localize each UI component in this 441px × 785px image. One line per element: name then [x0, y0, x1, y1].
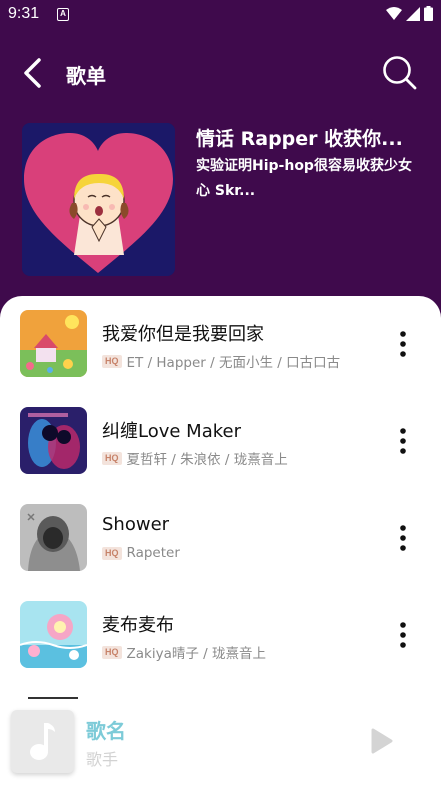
song-artists: 夏哲轩 / 朱浪依 / 珑熹音上 [126, 452, 288, 468]
more-options-button[interactable] [392, 518, 414, 558]
music-note-icon [30, 723, 55, 760]
signal-icon [406, 6, 420, 21]
next-song-cover-edge [28, 697, 78, 699]
play-icon [371, 728, 393, 754]
hq-badge: HQ [102, 354, 122, 368]
more-vertical-icon [400, 622, 406, 648]
page-title: 歌单 [66, 64, 106, 88]
search-button[interactable] [381, 54, 419, 92]
more-vertical-icon [400, 428, 406, 454]
mini-player-cover [11, 710, 74, 773]
top-bar: 歌单 [0, 48, 441, 98]
status-bar: 9:31 A [0, 0, 441, 30]
chevron-left-icon [24, 58, 41, 88]
back-button[interactable] [18, 56, 50, 90]
playlist-title: 情话 Rapper 收获你... [196, 128, 403, 150]
search-icon [383, 56, 417, 90]
wifi-icon [386, 6, 402, 20]
song-title: 我爱你但是我要回家 [102, 324, 264, 345]
playlist-cover[interactable] [22, 123, 175, 276]
song-cover [20, 504, 87, 571]
mini-player[interactable]: 歌名 歌手 [0, 700, 441, 785]
song-row[interactable]: 我爱你但是我要回家 HQ ET / Happer / 无面小生 / 口古口古 [0, 310, 441, 390]
a-notification-icon: A [57, 8, 69, 21]
play-button[interactable] [370, 728, 394, 754]
more-vertical-icon [400, 525, 406, 551]
battery-icon [424, 6, 433, 21]
song-artists: ET / Happer / 无面小生 / 口古口古 [126, 355, 341, 371]
now-playing-artist: 歌手 [86, 750, 119, 769]
song-cover [20, 310, 87, 377]
song-artists: Rapeter [126, 545, 180, 561]
hq-badge: HQ [102, 645, 122, 659]
song-row[interactable]: Shower HQ Rapeter [0, 504, 441, 584]
now-playing-title: 歌名 [86, 719, 126, 743]
more-options-button[interactable] [392, 324, 414, 364]
song-cover [20, 407, 87, 474]
song-title: 纠缠Love Maker [102, 421, 241, 442]
song-row[interactable]: 纠缠Love Maker HQ 夏哲轩 / 朱浪依 / 珑熹音上 [0, 407, 441, 487]
status-time: 9:31 [8, 5, 40, 22]
song-title: 麦布麦布 [102, 615, 174, 636]
song-row[interactable]: 麦布麦布 HQ Zakiya晴子 / 珑熹音上 [0, 601, 441, 681]
song-title: Shower [102, 514, 170, 535]
heart-girl-illustration [22, 123, 175, 276]
playlist-description: 实验证明Hip-hop很容易收获少女心 Skr... [196, 158, 412, 199]
song-cover [20, 601, 87, 668]
hq-badge: HQ [102, 451, 122, 465]
more-options-button[interactable] [392, 421, 414, 461]
more-options-button[interactable] [392, 615, 414, 655]
more-vertical-icon [400, 331, 406, 357]
song-artists: Zakiya晴子 / 珑熹音上 [126, 646, 266, 662]
hq-badge: HQ [102, 546, 122, 560]
